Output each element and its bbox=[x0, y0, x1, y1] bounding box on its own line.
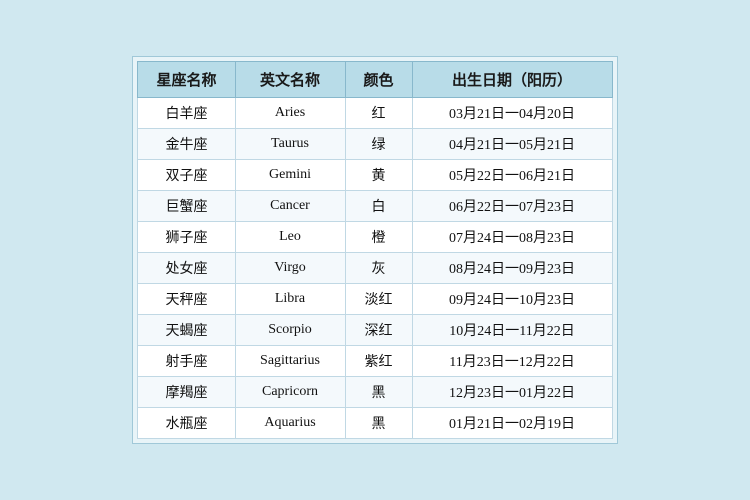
table-row: 射手座Sagittarius紫红11月23日一12月22日 bbox=[138, 346, 612, 377]
cell-date: 09月24日一10月23日 bbox=[412, 284, 612, 315]
cell-date: 08月24日一09月23日 bbox=[412, 253, 612, 284]
cell-date: 06月22日一07月23日 bbox=[412, 191, 612, 222]
cell-chinese: 天秤座 bbox=[138, 284, 235, 315]
table-row: 摩羯座Capricorn黑12月23日一01月22日 bbox=[138, 377, 612, 408]
cell-english: Scorpio bbox=[235, 315, 345, 346]
cell-color: 黑 bbox=[345, 377, 412, 408]
table-row: 天蝎座Scorpio深红10月24日一11月22日 bbox=[138, 315, 612, 346]
header-date: 出生日期（阳历） bbox=[412, 62, 612, 98]
cell-date: 01月21日一02月19日 bbox=[412, 408, 612, 439]
cell-chinese: 天蝎座 bbox=[138, 315, 235, 346]
cell-english: Virgo bbox=[235, 253, 345, 284]
zodiac-table: 星座名称 英文名称 颜色 出生日期（阳历） 白羊座Aries红03月21日一04… bbox=[137, 61, 612, 439]
cell-chinese: 白羊座 bbox=[138, 98, 235, 129]
cell-chinese: 金牛座 bbox=[138, 129, 235, 160]
cell-english: Libra bbox=[235, 284, 345, 315]
cell-date: 07月24日一08月23日 bbox=[412, 222, 612, 253]
cell-date: 10月24日一11月22日 bbox=[412, 315, 612, 346]
header-chinese: 星座名称 bbox=[138, 62, 235, 98]
table-row: 金牛座Taurus绿04月21日一05月21日 bbox=[138, 129, 612, 160]
cell-color: 淡红 bbox=[345, 284, 412, 315]
cell-chinese: 摩羯座 bbox=[138, 377, 235, 408]
cell-date: 04月21日一05月21日 bbox=[412, 129, 612, 160]
table-row: 狮子座Leo橙07月24日一08月23日 bbox=[138, 222, 612, 253]
table-row: 白羊座Aries红03月21日一04月20日 bbox=[138, 98, 612, 129]
cell-english: Cancer bbox=[235, 191, 345, 222]
cell-chinese: 双子座 bbox=[138, 160, 235, 191]
cell-english: Leo bbox=[235, 222, 345, 253]
header-english: 英文名称 bbox=[235, 62, 345, 98]
cell-color: 橙 bbox=[345, 222, 412, 253]
table-row: 双子座Gemini黄05月22日一06月21日 bbox=[138, 160, 612, 191]
cell-color: 黄 bbox=[345, 160, 412, 191]
cell-english: Sagittarius bbox=[235, 346, 345, 377]
cell-english: Aries bbox=[235, 98, 345, 129]
table-row: 水瓶座Aquarius黑01月21日一02月19日 bbox=[138, 408, 612, 439]
cell-english: Aquarius bbox=[235, 408, 345, 439]
cell-color: 绿 bbox=[345, 129, 412, 160]
cell-date: 12月23日一01月22日 bbox=[412, 377, 612, 408]
cell-color: 紫红 bbox=[345, 346, 412, 377]
cell-chinese: 狮子座 bbox=[138, 222, 235, 253]
table-header-row: 星座名称 英文名称 颜色 出生日期（阳历） bbox=[138, 62, 612, 98]
cell-color: 红 bbox=[345, 98, 412, 129]
cell-color: 黑 bbox=[345, 408, 412, 439]
table-row: 处女座Virgo灰08月24日一09月23日 bbox=[138, 253, 612, 284]
zodiac-table-container: 星座名称 英文名称 颜色 出生日期（阳历） 白羊座Aries红03月21日一04… bbox=[132, 56, 617, 444]
cell-chinese: 处女座 bbox=[138, 253, 235, 284]
cell-english: Capricorn bbox=[235, 377, 345, 408]
cell-chinese: 射手座 bbox=[138, 346, 235, 377]
cell-color: 深红 bbox=[345, 315, 412, 346]
cell-date: 03月21日一04月20日 bbox=[412, 98, 612, 129]
cell-english: Gemini bbox=[235, 160, 345, 191]
table-row: 巨蟹座Cancer白06月22日一07月23日 bbox=[138, 191, 612, 222]
cell-color: 灰 bbox=[345, 253, 412, 284]
cell-chinese: 水瓶座 bbox=[138, 408, 235, 439]
header-color: 颜色 bbox=[345, 62, 412, 98]
cell-english: Taurus bbox=[235, 129, 345, 160]
cell-date: 11月23日一12月22日 bbox=[412, 346, 612, 377]
cell-chinese: 巨蟹座 bbox=[138, 191, 235, 222]
table-row: 天秤座Libra淡红09月24日一10月23日 bbox=[138, 284, 612, 315]
cell-date: 05月22日一06月21日 bbox=[412, 160, 612, 191]
cell-color: 白 bbox=[345, 191, 412, 222]
